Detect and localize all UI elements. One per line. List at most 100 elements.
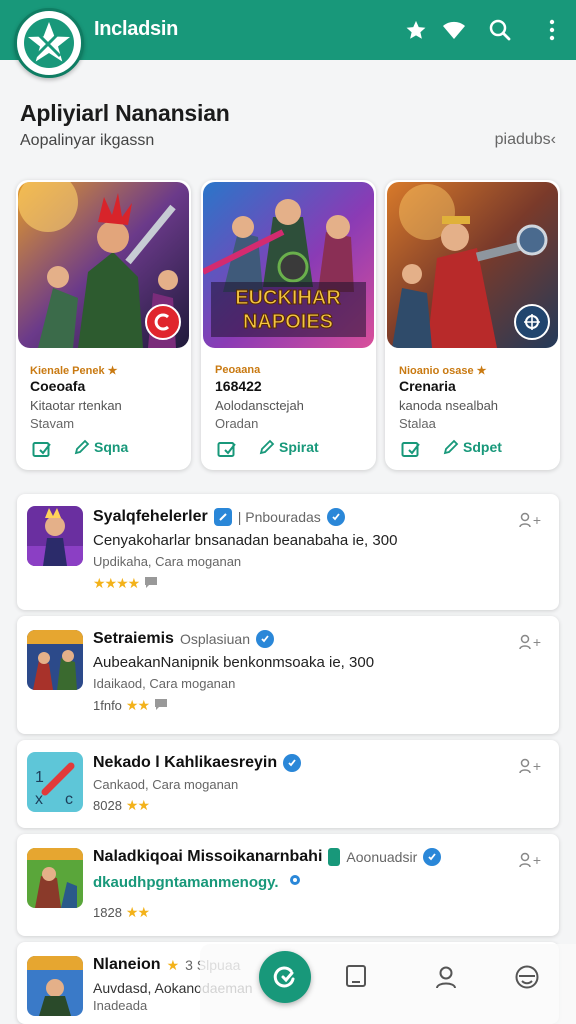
app-developer: Aoonuadsir <box>346 849 418 865</box>
more-vertical-icon[interactable] <box>536 14 568 46</box>
app-thumbnail: 1 x c <box>27 752 83 812</box>
star-icon: ★ <box>166 956 180 973</box>
featured-carousel: Kienale Penek ★ Coeoafa Kitaotar rtenkan… <box>16 180 560 470</box>
app-thumbnail <box>27 848 83 908</box>
search-icon[interactable] <box>484 14 516 46</box>
app-name: Nekado l Kahlikaesreyin <box>93 754 278 771</box>
badge-icon <box>213 508 232 526</box>
svg-text:x: x <box>35 791 43 808</box>
verified-icon <box>283 754 302 772</box>
comment-icon <box>153 697 169 714</box>
featured-card[interactable]: Nioanio osase ★ Crenaria kanoda nsealbah… <box>385 180 560 470</box>
app-name: Naladkiqoai Missoikanarnbahi <box>93 848 323 865</box>
verified-icon <box>255 630 274 648</box>
section-title: Apliyiarl Nanansian <box>20 100 230 126</box>
rating-prefix: 1fnfo <box>93 698 122 713</box>
star-icon[interactable] <box>400 14 432 46</box>
see-all-link[interactable]: piadubs‹ <box>495 131 556 149</box>
app-title-line: Syalqfehelerler | Pnbouradas <box>93 508 345 526</box>
smiley-icon[interactable] <box>512 962 542 992</box>
app-thumbnail <box>27 956 83 1016</box>
card-meta: Stavam <box>30 416 75 431</box>
card-name: 168422 <box>215 378 262 394</box>
follow-button[interactable]: + <box>515 510 545 530</box>
verified-icon <box>423 848 442 866</box>
rating-prefix: 8028 <box>93 798 122 813</box>
refresh-button[interactable] <box>259 951 311 1003</box>
verified-icon <box>326 508 345 526</box>
art-title-line1: EUCKIHAR <box>235 287 341 309</box>
app-logo[interactable] <box>14 8 84 78</box>
app-description: Cenyakoharlar bnsanadan beanabaha ie, 30… <box>93 532 398 549</box>
app-rating: 8028 ★★ <box>93 797 150 814</box>
follow-button[interactable]: + <box>515 850 545 870</box>
person-icon[interactable] <box>431 962 461 992</box>
featured-card[interactable]: EUCKIHAR NAPOIES Peoaana 168422 Aolodans… <box>201 180 376 470</box>
app-title-line: Nekado l Kahlikaesreyin <box>93 754 302 772</box>
bookmark-icon[interactable] <box>215 439 239 459</box>
app-list-item[interactable]: Syalqfehelerler | Pnbouradas Cenyakoharl… <box>17 494 559 610</box>
plus-icon: + <box>532 512 542 528</box>
app-rating: 1828 ★★ <box>93 904 150 921</box>
game-art <box>387 182 558 348</box>
app-thumbnail <box>27 506 83 566</box>
wifi-icon[interactable] <box>438 14 470 46</box>
rating-prefix: 1828 <box>93 905 122 920</box>
app-title-line: Naladkiqoai Missoikanarnbahi Aoonuadsir <box>93 848 442 866</box>
game-art: EUCKIHAR NAPOIES <box>203 182 374 348</box>
app-developer: Osplasiuan <box>179 631 250 647</box>
app-developer: | Pnbouradas <box>237 509 321 525</box>
app-list-item[interactable]: Naladkiqoai Missoikanarnbahi Aoonuadsir … <box>17 834 559 936</box>
plus-icon: + <box>532 758 542 774</box>
app-list-item[interactable]: Setraiemis Osplasiuan AubeakanNanipnik b… <box>17 616 559 734</box>
card-meta: Oradan <box>215 416 259 431</box>
app-title: Incladsin <box>94 18 178 40</box>
plus-icon: + <box>532 852 542 868</box>
share-label: Spirat <box>279 439 319 455</box>
bookmark-icon[interactable] <box>30 439 54 459</box>
game-logo-icon <box>145 304 181 340</box>
card-meta: Aolodansctejah <box>215 398 304 413</box>
refresh-icon <box>273 966 295 988</box>
app-rating: ★★★★ <box>93 575 159 592</box>
app-meta: Updikaha, Cara moganan <box>93 554 242 569</box>
featured-card[interactable]: Kienale Penek ★ Coeoafa Kitaotar rtenkan… <box>16 180 191 470</box>
app-description-line: dkaudhpgntamanmenogy. <box>93 872 303 892</box>
card-name: Crenaria <box>399 378 456 394</box>
app-rating: 1fnfo ★★ <box>93 697 169 714</box>
app-name: Setraiemis <box>93 630 174 647</box>
game-logo-icon <box>514 304 550 340</box>
svg-text:c: c <box>65 791 73 808</box>
follow-button[interactable]: + <box>515 756 545 776</box>
section-subtitle: Aopalinyar ikgassn <box>20 132 155 149</box>
comment-icon <box>143 575 159 592</box>
share-button[interactable]: Sdpet <box>443 439 502 455</box>
app-name: Nlaneion <box>93 956 161 973</box>
share-button[interactable]: Spirat <box>259 439 319 455</box>
tablet-icon[interactable] <box>341 962 371 992</box>
app-name: Syalqfehelerler <box>93 508 208 525</box>
app-bar: Incladsin <box>0 0 576 60</box>
share-label: Sqna <box>94 439 129 455</box>
gear-icon <box>287 872 303 892</box>
game-art <box>18 182 189 348</box>
plus-icon: + <box>532 634 542 650</box>
svg-text:1: 1 <box>35 769 44 786</box>
bookmark-icon[interactable] <box>399 439 423 459</box>
rating-stars: ★★ <box>125 904 150 920</box>
app-meta: Inadeada <box>93 998 148 1013</box>
share-label: Sdpet <box>463 439 502 455</box>
rating-stars: ★★ <box>125 697 150 713</box>
card-meta: Kitaotar rtenkan <box>30 398 122 413</box>
app-meta: Idaikaod, Cara moganan <box>93 676 236 691</box>
app-thumbnail <box>27 630 83 690</box>
card-tag: Peoaana <box>215 364 261 376</box>
rating-stars: ★★ <box>125 797 150 813</box>
rating-stars: ★★★★ <box>93 575 140 591</box>
app-description: dkaudhpgntamanmenogy. <box>93 873 279 891</box>
follow-button[interactable]: + <box>515 632 545 652</box>
art-title-line2: NAPOIES <box>243 311 333 333</box>
card-tag: Nioanio osase ★ <box>399 365 487 377</box>
app-list-item[interactable]: 1 x c Nekado l Kahlikaesreyin Cankaod, Car… <box>17 740 559 828</box>
share-button[interactable]: Sqna <box>74 439 128 455</box>
